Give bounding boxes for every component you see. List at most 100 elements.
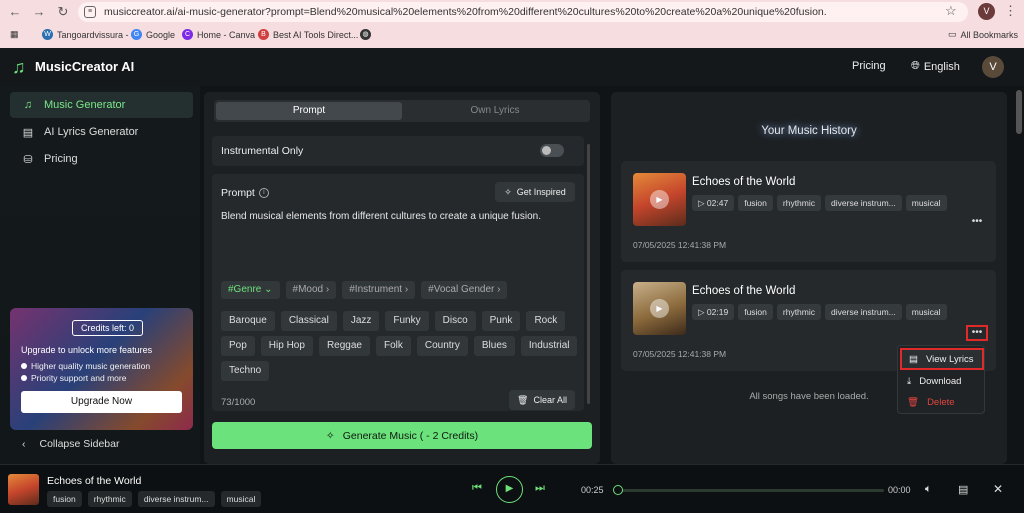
filter-vocal-gender[interactable]: #Vocal Gender › (421, 281, 508, 299)
player-bar: Echoes of the World fusion rhythmic dive… (0, 464, 1024, 513)
clear-all-button[interactable]: 🗑︎ Clear All (509, 390, 575, 410)
chevron-left-icon: ‹ (22, 438, 26, 450)
instrumental-toggle[interactable] (540, 144, 564, 157)
upgrade-now-button[interactable]: Upgrade Now (21, 391, 182, 413)
play-icon[interactable]: ▶ (650, 190, 669, 209)
genre-tag[interactable]: Folk (375, 336, 411, 356)
player-tags: fusion rhythmic diverse instrum... music… (47, 491, 262, 507)
song-cover[interactable]: ▶ (633, 173, 686, 226)
genre-tags: Baroque Classical Jazz Funky Disco Punk … (221, 311, 581, 381)
filter-genre[interactable]: #Genre ⌄ (221, 281, 280, 299)
genre-tag[interactable]: Funky (385, 311, 429, 331)
menu-download[interactable]: ⤓ Download (900, 370, 984, 392)
genre-tag[interactable]: Hip Hop (260, 336, 313, 356)
header-pricing-link[interactable]: Pricing (852, 60, 886, 72)
lyrics-icon[interactable]: ▤ (958, 483, 968, 496)
song-date: 07/05/2025 12:41:38 PM (633, 240, 727, 250)
song-tag: rhythmic (776, 304, 822, 320)
play-pause-button[interactable]: ▶ (496, 476, 523, 503)
prompt-textarea[interactable]: Blend musical elements from different cu… (221, 210, 576, 224)
song-card[interactable]: ▶ Echoes of the World ▷ 02:47 fusion rhy… (621, 161, 996, 262)
site-info-icon[interactable]: ≡ (84, 6, 96, 18)
trash-icon: 🗑︎ (517, 394, 529, 405)
genre-tag[interactable]: Blues (473, 336, 515, 356)
more-options-icon[interactable]: ••• (966, 216, 988, 232)
song-tag: rhythmic (87, 491, 132, 507)
song-tag: diverse instrum... (137, 491, 215, 507)
bookmark-best-ai-tools[interactable]: B Best AI Tools Direct... (258, 29, 358, 40)
song-tag: fusion (47, 491, 82, 507)
volume-icon[interactable]: 🔈︎ (925, 483, 932, 496)
promo-title: Upgrade to unlock more features (21, 345, 153, 355)
more-options-icon[interactable]: ••• (966, 325, 988, 341)
tab-prompt[interactable]: Prompt (216, 102, 402, 120)
browser-menu-icon[interactable]: ⋮ (1004, 3, 1017, 19)
prompt-scrollbar[interactable] (587, 144, 590, 404)
song-context-menu: ▤ View Lyrics ⤓ Download 🗑︎ Delete (897, 345, 985, 414)
promo-benefit: Higher quality music generation (21, 361, 150, 371)
menu-view-lyrics[interactable]: ▤ View Lyrics (900, 348, 984, 370)
genre-tag[interactable]: Industrial (520, 336, 578, 356)
collapse-sidebar-button[interactable]: ‹ Collapse Sidebar (22, 438, 119, 450)
sidebar-item-ai-lyrics-generator[interactable]: ▤ AI Lyrics Generator (10, 119, 193, 145)
genre-tag[interactable]: Reggae (318, 336, 370, 356)
app-title[interactable]: MusicCreator AI (35, 59, 134, 74)
apps-grid-icon[interactable]: ▦ (10, 29, 19, 40)
sidebar-item-pricing[interactable]: ⛁ Pricing (10, 146, 193, 172)
browser-chrome: ← → ↻ ≡ musiccreator.ai/ai-music-generat… (0, 0, 1024, 48)
bookmark-canva[interactable]: C Home - Canva (182, 29, 255, 40)
close-icon[interactable]: ✕ (993, 482, 1003, 496)
music-logo-icon[interactable]: ♫ (12, 57, 28, 77)
instrumental-label: Instrumental Only (221, 145, 304, 157)
skip-previous-icon[interactable]: ⏮︎ (472, 482, 482, 495)
reload-icon[interactable]: ↻ (54, 3, 72, 21)
song-tag: diverse instrum... (825, 195, 902, 211)
genre-tag[interactable]: Classical (280, 311, 337, 331)
language-selector[interactable]: 🌐︎ English (911, 60, 960, 73)
forward-icon[interactable]: → (30, 3, 48, 21)
genre-tag[interactable]: Country (416, 336, 468, 356)
progress-track[interactable] (614, 489, 884, 492)
song-tag: rhythmic (776, 195, 822, 211)
play-icon[interactable]: ▶ (650, 299, 669, 318)
song-cover[interactable]: ▶ (633, 282, 686, 335)
tab-own-lyrics[interactable]: Own Lyrics (402, 102, 588, 120)
address-bar[interactable]: ≡ musiccreator.ai/ai-music-generator?pro… (78, 2, 968, 22)
page-scrollbar[interactable] (1016, 90, 1022, 134)
all-bookmarks[interactable]: ▭ All Bookmarks (948, 29, 1018, 40)
song-tag: musical (905, 195, 947, 211)
genre-tag[interactable]: Jazz (342, 311, 380, 331)
browser-profile-avatar[interactable]: V (978, 3, 995, 20)
user-avatar[interactable]: V (982, 56, 1004, 78)
genre-tag[interactable]: Punk (481, 311, 521, 331)
genre-tag[interactable]: Disco (434, 311, 476, 331)
bullet-icon (21, 375, 27, 381)
play-icon: ▷ (698, 307, 705, 317)
get-inspired-button[interactable]: ✧ Get Inspired (495, 182, 575, 202)
canva-icon: C (182, 29, 193, 40)
bookmark-star-icon[interactable]: ☆ (945, 3, 957, 19)
genre-tag[interactable]: Pop (221, 336, 255, 356)
filter-instrument[interactable]: #Instrument › (342, 281, 416, 299)
chevron-right-icon: › (404, 284, 409, 295)
player-title: Echoes of the World (47, 475, 142, 487)
bookmark-globe[interactable]: ◍ (360, 29, 371, 40)
instrumental-row: Instrumental Only (212, 136, 584, 166)
generate-music-button[interactable]: ✧ Generate Music ( - 2 Credits) (212, 422, 592, 449)
genre-tag[interactable]: Baroque (221, 311, 275, 331)
genre-tag[interactable]: Rock (526, 311, 566, 331)
song-tag: diverse instrum... (825, 304, 902, 320)
info-icon[interactable]: i (258, 188, 269, 198)
genre-tag[interactable]: Techno (221, 361, 270, 381)
music-note-icon: ♫ (23, 99, 33, 111)
bookmark-google[interactable]: G Google (131, 29, 175, 40)
sidebar-item-music-generator[interactable]: ♫ Music Generator (10, 92, 193, 118)
bookmark-tangoardvissura[interactable]: W Tangoardvissura - (42, 29, 129, 40)
song-tags: ▷ 02:47 fusion rhythmic diverse instrum.… (692, 195, 972, 211)
back-icon[interactable]: ← (6, 3, 24, 21)
lyrics-icon: ▤ (909, 353, 918, 365)
download-icon: ⤓ (907, 375, 912, 387)
skip-next-icon[interactable]: ⏭︎ (535, 482, 545, 495)
progress-handle[interactable] (613, 485, 623, 495)
filter-mood[interactable]: #Mood › (285, 281, 337, 299)
